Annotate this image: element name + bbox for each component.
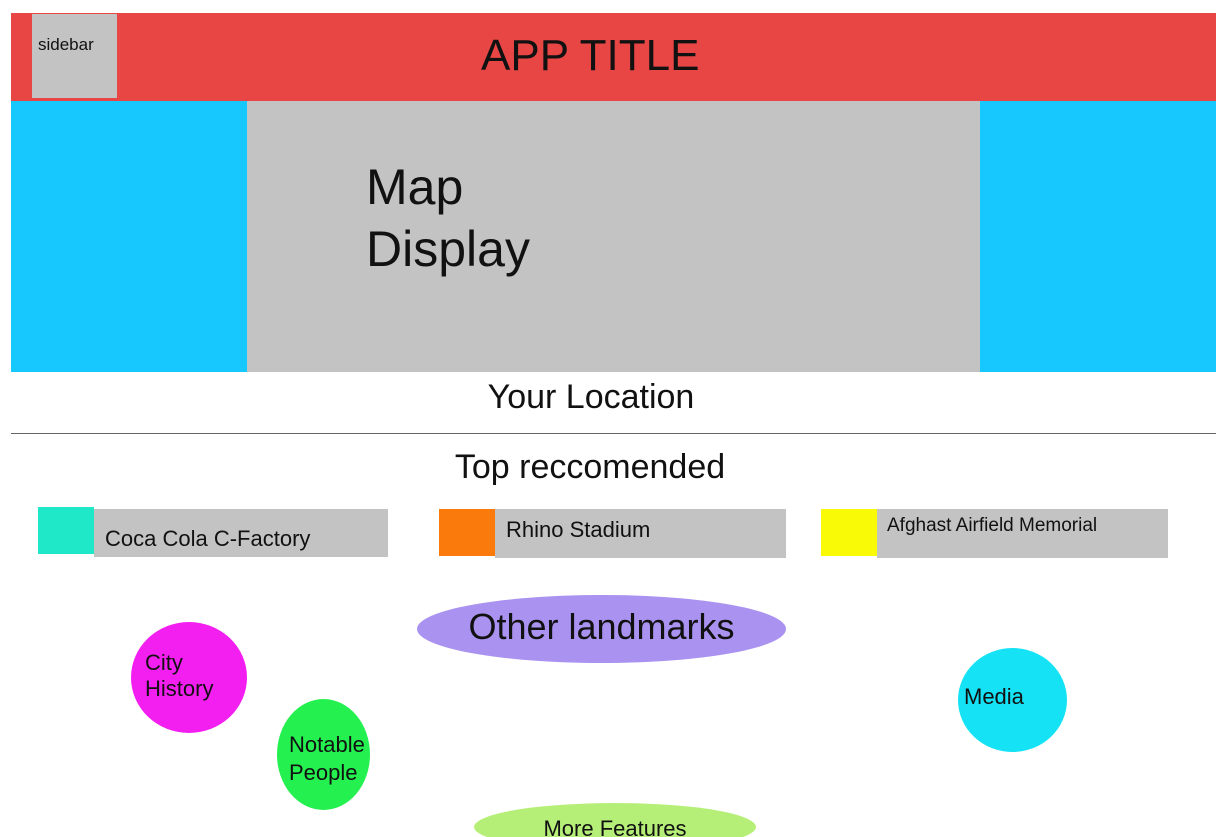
recommendation-item[interactable]: Afghast Airfield Memorial <box>821 509 1168 558</box>
notable-people-label-line2: People <box>289 760 358 785</box>
other-landmarks-button[interactable]: Other landmarks <box>417 595 786 663</box>
sidebar-button[interactable]: sidebar <box>32 14 117 98</box>
recommendation-label: Rhino Stadium <box>506 517 651 542</box>
city-history-button[interactable]: City History <box>131 622 247 733</box>
map-side-panel-left <box>11 101 247 372</box>
notable-people-button[interactable]: Notable People <box>277 699 370 810</box>
other-landmarks-label: Other landmarks <box>468 606 735 647</box>
city-history-label-line1: City <box>145 650 183 675</box>
media-label: Media <box>964 684 1024 709</box>
recommendation-color-swatch <box>821 509 877 556</box>
recommendation-label: Afghast Airfield Memorial <box>887 515 1098 536</box>
recommendation-label: Coca Cola C-Factory <box>105 526 311 551</box>
top-recommended-heading: Top reccomended <box>454 448 726 486</box>
app-header: sidebar APP TITLE <box>11 13 1216 101</box>
section-divider <box>11 433 1216 434</box>
map-display-label-line2: Display <box>366 221 530 277</box>
app-title: APP TITLE <box>481 31 700 80</box>
recommendation-color-swatch <box>439 509 495 556</box>
your-location-label: Your Location <box>487 378 695 416</box>
recommendation-item[interactable]: Rhino Stadium <box>439 509 786 558</box>
more-features-button[interactable]: More Features <box>474 803 756 837</box>
map-display[interactable]: Map Display <box>247 101 980 372</box>
media-button[interactable]: Media <box>958 648 1067 752</box>
notable-people-label-line1: Notable <box>289 732 365 757</box>
sidebar-button-label: sidebar <box>38 35 94 54</box>
map-display-label: Map Display <box>366 156 530 280</box>
recommendation-item[interactable]: Coca Cola C-Factory <box>38 507 388 557</box>
map-side-panel-right <box>980 101 1216 372</box>
city-history-label-line2: History <box>145 676 214 701</box>
map-display-label-line1: Map <box>366 159 464 215</box>
more-features-label: More Features <box>543 816 687 837</box>
app-page: sidebar APP TITLE Map Display Your Locat… <box>0 0 1216 837</box>
recommendation-color-swatch <box>38 507 94 554</box>
